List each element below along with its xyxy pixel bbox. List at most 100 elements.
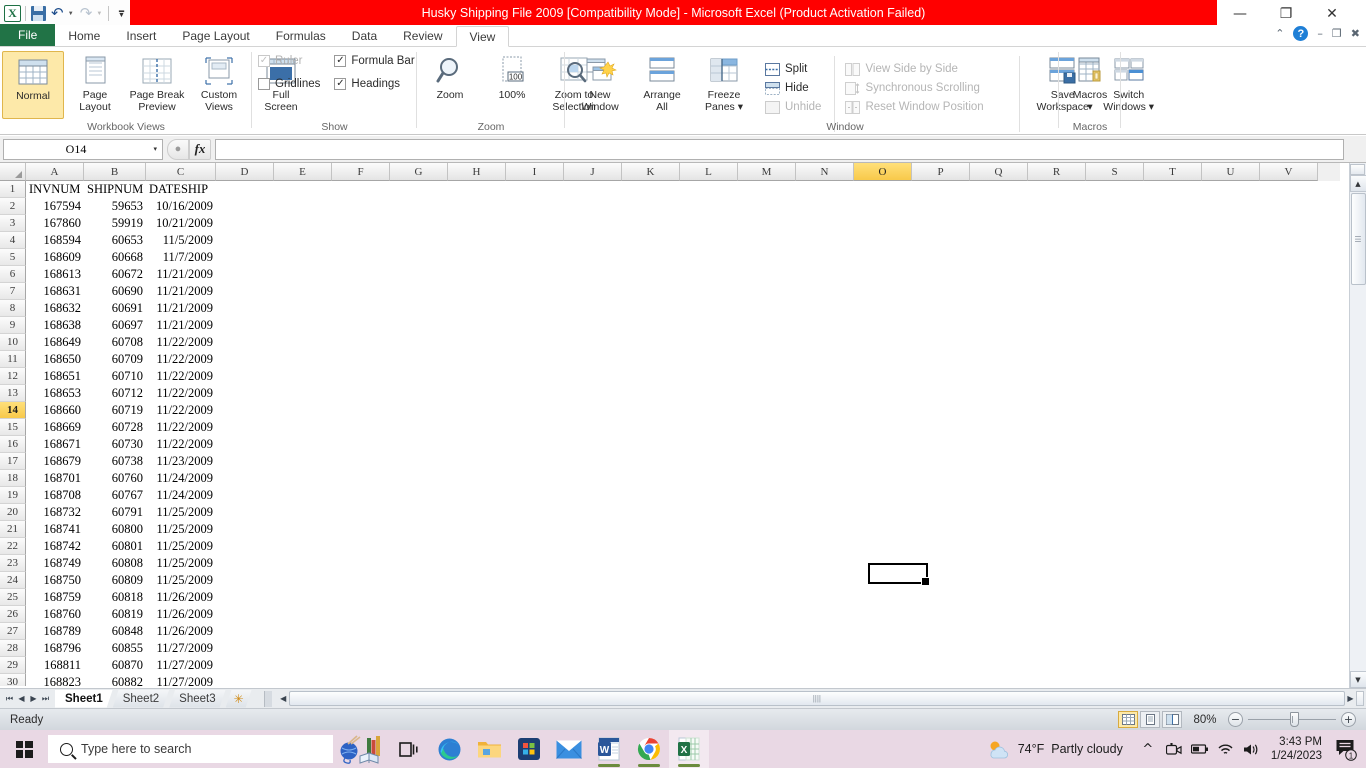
cell-H18[interactable] [448,470,506,487]
cell-K3[interactable] [622,215,680,232]
collapse-ribbon-icon[interactable]: ⌃ [1275,27,1284,40]
row-header-24[interactable]: 24 [0,572,26,589]
cell-B16[interactable]: 60730 [84,436,146,453]
column-header-c[interactable]: C [146,163,216,181]
cell-C28[interactable]: 11/27/2009 [146,640,216,657]
customize-qat-button[interactable]: ━ ▼ [113,4,130,24]
cell-C4[interactable]: 11/5/2009 [146,232,216,249]
battery-icon[interactable] [1187,730,1213,768]
cell-B7[interactable]: 60690 [84,283,146,300]
cell-G9[interactable] [390,317,448,334]
cell-D14[interactable] [216,402,274,419]
cell-B27[interactable]: 60848 [84,623,146,640]
cell-O13[interactable] [854,385,912,402]
cell-E18[interactable] [274,470,332,487]
cell-C14[interactable]: 11/22/2009 [146,402,216,419]
cell-I13[interactable] [506,385,564,402]
cell-N4[interactable] [796,232,854,249]
cell-C29[interactable]: 11/27/2009 [146,657,216,674]
cell-T18[interactable] [1144,470,1202,487]
cell-H6[interactable] [448,266,506,283]
formula-input[interactable] [215,138,1344,160]
cell-E28[interactable] [274,640,332,657]
cell-S1[interactable] [1086,181,1144,198]
cell-S12[interactable] [1086,368,1144,385]
cell-I2[interactable] [506,198,564,215]
cell-H25[interactable] [448,589,506,606]
cell-R28[interactable] [1028,640,1086,657]
cell-G5[interactable] [390,249,448,266]
cell-T26[interactable] [1144,606,1202,623]
cell-A27[interactable]: 168789 [26,623,84,640]
cell-G3[interactable] [390,215,448,232]
cell-O2[interactable] [854,198,912,215]
cell-O10[interactable] [854,334,912,351]
cell-Q20[interactable] [970,504,1028,521]
cell-P15[interactable] [912,419,970,436]
cell-B11[interactable]: 60709 [84,351,146,368]
cell-M1[interactable] [738,181,796,198]
row-header-27[interactable]: 27 [0,623,26,640]
vertical-split-handle[interactable] [1350,164,1365,175]
cell-B28[interactable]: 60855 [84,640,146,657]
cell-I27[interactable] [506,623,564,640]
cell-J13[interactable] [564,385,622,402]
cell-F26[interactable] [332,606,390,623]
cell-I4[interactable] [506,232,564,249]
row-header-19[interactable]: 19 [0,487,26,504]
cell-E3[interactable] [274,215,332,232]
cell-I10[interactable] [506,334,564,351]
cell-A1[interactable]: INVNUM [26,181,84,198]
cell-K13[interactable] [622,385,680,402]
cell-G8[interactable] [390,300,448,317]
cell-V12[interactable] [1260,368,1318,385]
cell-D26[interactable] [216,606,274,623]
cell-N14[interactable] [796,402,854,419]
cell-A20[interactable]: 168732 [26,504,84,521]
cell-R15[interactable] [1028,419,1086,436]
cell-O25[interactable] [854,589,912,606]
cell-S26[interactable] [1086,606,1144,623]
cell-T10[interactable] [1144,334,1202,351]
cell-D17[interactable] [216,453,274,470]
zoom-slider[interactable]: − + [1228,712,1366,727]
cell-B2[interactable]: 59653 [84,198,146,215]
cell-J16[interactable] [564,436,622,453]
cell-V13[interactable] [1260,385,1318,402]
cortana-yarn-book-icon[interactable] [333,730,389,768]
normal-view-button[interactable]: Normal [2,51,64,119]
cell-T1[interactable] [1144,181,1202,198]
cell-M29[interactable] [738,657,796,674]
cell-Q6[interactable] [970,266,1028,283]
cell-L29[interactable] [680,657,738,674]
cell-U24[interactable] [1202,572,1260,589]
cell-G28[interactable] [390,640,448,657]
notifications-button[interactable]: 1 [1330,730,1362,768]
cell-S8[interactable] [1086,300,1144,317]
cell-C18[interactable]: 11/24/2009 [146,470,216,487]
cell-V24[interactable] [1260,572,1318,589]
cell-A5[interactable]: 168609 [26,249,84,266]
row-header-28[interactable]: 28 [0,640,26,657]
cell-V25[interactable] [1260,589,1318,606]
cell-I26[interactable] [506,606,564,623]
cell-D25[interactable] [216,589,274,606]
cell-S24[interactable] [1086,572,1144,589]
cell-D9[interactable] [216,317,274,334]
cell-C1[interactable]: DATESHIP [146,181,216,198]
cell-P29[interactable] [912,657,970,674]
cell-P8[interactable] [912,300,970,317]
cell-H3[interactable] [448,215,506,232]
cell-V16[interactable] [1260,436,1318,453]
cell-E24[interactable] [274,572,332,589]
cell-B6[interactable]: 60672 [84,266,146,283]
cell-N6[interactable] [796,266,854,283]
cell-G12[interactable] [390,368,448,385]
row-header-30[interactable]: 30 [0,674,26,686]
cell-B26[interactable]: 60819 [84,606,146,623]
excel-logo-icon[interactable]: X [4,4,21,24]
column-header-q[interactable]: Q [970,163,1028,181]
start-button[interactable] [0,730,48,768]
cell-E22[interactable] [274,538,332,555]
column-header-s[interactable]: S [1086,163,1144,181]
